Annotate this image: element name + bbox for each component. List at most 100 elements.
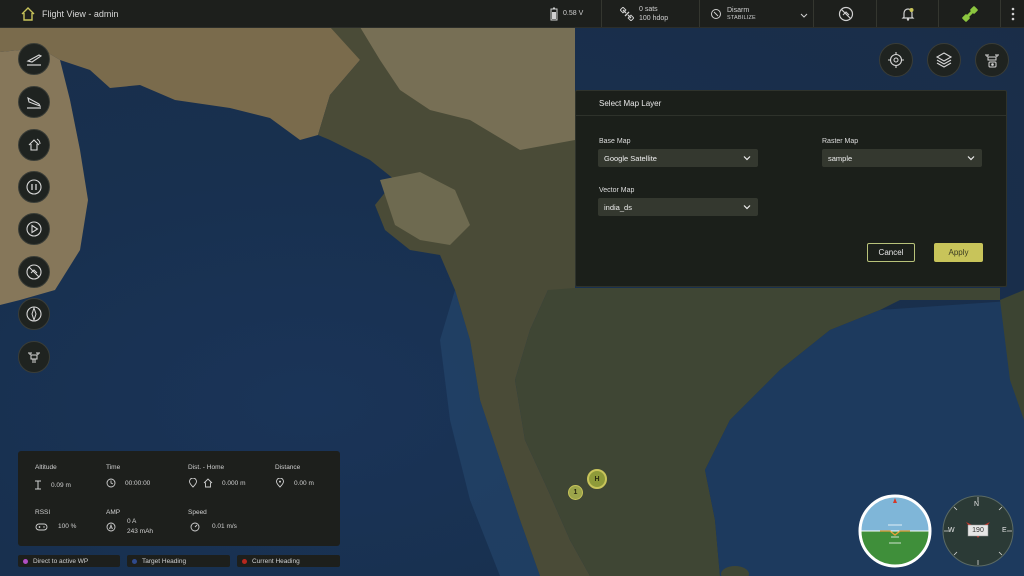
more-vertical-icon (1011, 7, 1015, 20)
battery-icon (550, 7, 558, 20)
base-map-select[interactable]: Google Satellite (598, 149, 758, 167)
mode-selector[interactable]: Disarm STABILIZE (699, 0, 814, 27)
base-map-label: Base Map (599, 138, 631, 145)
more-menu-button[interactable] (1000, 0, 1024, 27)
home-icon (203, 478, 213, 488)
connection-button[interactable] (938, 0, 1001, 27)
locate-button[interactable] (879, 43, 913, 77)
raster-map-value: sample (828, 153, 853, 163)
gps-sats: 0 sats (639, 5, 658, 13)
land-icon (27, 96, 42, 109)
no-entry-icon (838, 6, 853, 21)
heading-compass: N E W 190 (941, 494, 1015, 568)
drone-icon (28, 352, 40, 363)
clock-icon (106, 478, 116, 488)
chevron-down-icon (800, 13, 808, 18)
heading-value: 190 (972, 527, 984, 534)
pause-icon (26, 179, 42, 195)
vector-map-select[interactable]: india_ds (598, 198, 758, 216)
speed-value: 0.01 m/s (212, 523, 237, 530)
battery-status[interactable]: 0.58 V (535, 0, 601, 27)
return-icon (28, 138, 41, 151)
legend-dot-red (242, 558, 247, 564)
altitude-label: Altitude (35, 464, 57, 471)
compass-e: E (1002, 527, 1007, 534)
amp-mah-value: 243 mAh (127, 528, 154, 535)
map-layers-button[interactable] (927, 43, 961, 77)
pause-button[interactable] (18, 171, 50, 203)
legend-direct-label: Direct to active WP (33, 557, 89, 565)
legend-direct-wp: Direct to active WP (18, 555, 120, 567)
compass-icon (26, 306, 42, 322)
vector-map-value: india_ds (604, 202, 632, 212)
home-marker[interactable]: H (587, 469, 607, 489)
attitude-indicator (858, 494, 932, 568)
gps-hdop: 100 hdop (639, 14, 669, 22)
play-button[interactable] (18, 213, 50, 245)
drone-camera-icon (985, 54, 999, 68)
rssi-label: RSSI (35, 509, 51, 516)
return-home-button[interactable] (18, 129, 50, 161)
chevron-down-icon (967, 156, 975, 161)
distance-label: Distance (275, 464, 301, 471)
arm-state: Disarm (727, 7, 750, 14)
gps-status[interactable]: 0 sats 100 hdop (601, 0, 700, 27)
distance-value: 0.00 m (294, 480, 314, 487)
satellite-icon (620, 6, 634, 21)
time-label: Time (106, 464, 121, 471)
home-icon[interactable] (20, 6, 36, 22)
page-title: Flight View - admin (42, 8, 119, 19)
legend-current-heading: Current Heading (237, 555, 340, 567)
layers-icon (935, 52, 953, 68)
top-bar: Flight View - admin 0.58 V 0 sats 100 hd… (0, 0, 1024, 28)
chevron-down-icon (743, 205, 751, 210)
altitude-icon (35, 480, 41, 490)
ampere-icon (106, 522, 116, 532)
vector-map-label: Vector Map (599, 187, 635, 194)
flight-mode: STABILIZE (727, 15, 756, 21)
land-button[interactable] (18, 86, 50, 118)
takeoff-button[interactable] (18, 43, 50, 75)
waypoint-marker[interactable]: 1 (568, 485, 583, 500)
compass-n: N (974, 501, 980, 508)
legend-current-label: Current Heading (252, 557, 300, 565)
takeoff-icon (26, 54, 43, 66)
no-fly-button[interactable] (18, 256, 50, 288)
legend-dot-purple (23, 558, 28, 564)
dialog-title: Select Map Layer (599, 99, 662, 108)
legend-target-label: Target Heading (142, 557, 187, 565)
drone-camera-button[interactable] (975, 43, 1009, 77)
dist-home-value: 0.000 m (222, 480, 246, 487)
base-map-value: Google Satellite (604, 153, 657, 163)
raster-map-label: Raster Map (822, 138, 859, 145)
gamepad-icon (35, 523, 48, 531)
dist-home-label: Dist. - Home (188, 464, 225, 471)
battery-voltage: 0.58 V (563, 10, 584, 17)
legend-target-heading: Target Heading (127, 555, 230, 567)
chevron-down-icon (743, 156, 751, 161)
location-pin-icon (276, 478, 284, 488)
rssi-value: 100 % (58, 523, 77, 530)
power-icon (711, 8, 721, 19)
apply-button[interactable]: Apply (934, 243, 983, 262)
raster-map-select[interactable]: sample (822, 149, 982, 167)
altitude-value: 0.09 m (51, 482, 71, 489)
telemetry-panel: Altitude 0.09 m Time 00:00:00 Dist. - Ho… (18, 451, 340, 546)
crosshair-icon (888, 52, 904, 68)
play-icon (26, 221, 42, 237)
pin-icon (189, 478, 197, 488)
compass-button[interactable] (18, 298, 50, 330)
speedometer-icon (190, 522, 200, 532)
time-value: 00:00:00 (125, 480, 151, 487)
dialog-divider (576, 115, 1006, 116)
legend-dot-blue (132, 558, 137, 564)
disable-geofence-button[interactable] (813, 0, 877, 27)
speed-label: Speed (188, 509, 207, 516)
compass-w: W (948, 527, 955, 534)
amp-label: AMP (106, 509, 121, 516)
cancel-button[interactable]: Cancel (867, 243, 915, 262)
notifications-button[interactable] (876, 0, 939, 27)
no-fly-icon (26, 264, 42, 280)
drone-button[interactable] (18, 341, 50, 373)
plug-connected-icon (962, 5, 978, 22)
